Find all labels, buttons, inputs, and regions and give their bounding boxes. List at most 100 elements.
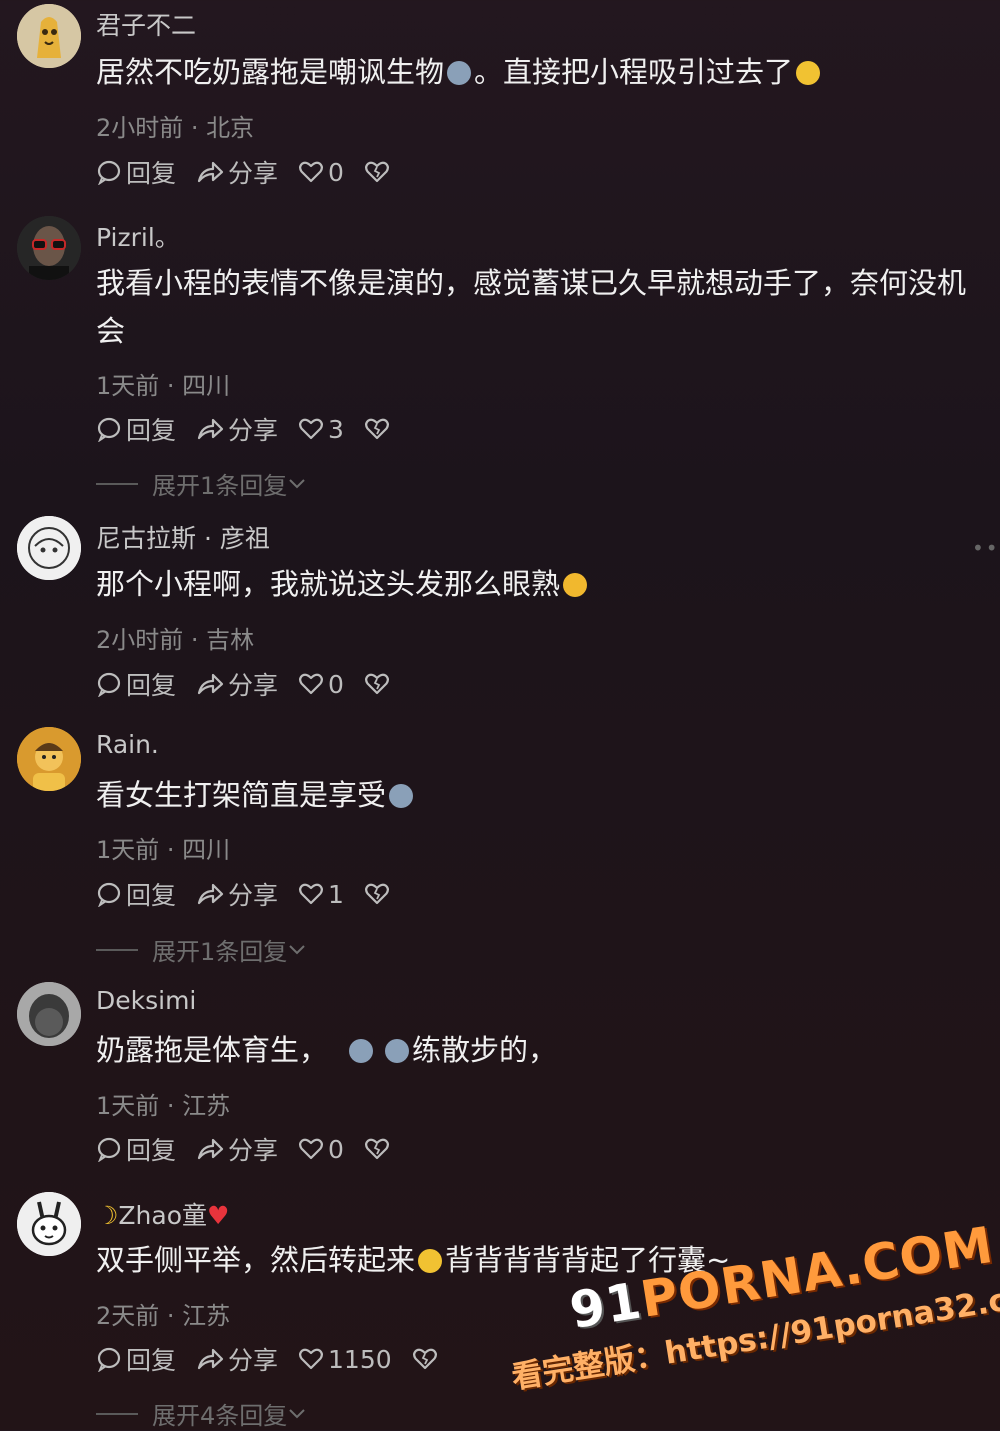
broken-heart-icon xyxy=(364,418,389,440)
avatar[interactable] xyxy=(17,982,81,1046)
like-button[interactable]: 0 xyxy=(298,158,344,187)
share-label: 分享 xyxy=(228,159,279,188)
comment-username[interactable]: Rain. xyxy=(96,730,159,759)
comment-text-part: 。直接把小程吸引过去了 xyxy=(474,55,794,89)
reply-label: 回复 xyxy=(126,159,177,188)
broken-heart-icon xyxy=(364,1138,389,1160)
avatar[interactable] xyxy=(17,516,81,580)
comment-text-part: 那个小程啊，我就说这头发那么眼熟 xyxy=(96,567,561,601)
like-count: 3 xyxy=(328,414,344,444)
share-icon xyxy=(197,1348,224,1370)
comment-text: 我看小程的表情不像是演的，感觉蓄谋已久早就想动手了，奈何没机会 xyxy=(96,266,967,348)
share-button[interactable]: 分享 xyxy=(196,154,278,190)
heart-icon xyxy=(299,673,324,695)
reply-button[interactable]: 回复 xyxy=(96,1131,176,1167)
reply-label: 回复 xyxy=(126,1346,177,1375)
comment-actions: 回复 分享 1150 xyxy=(96,1342,462,1376)
comment-username[interactable]: Deksimi xyxy=(96,986,196,1015)
more-dots-icon[interactable]: ••• xyxy=(972,536,1000,560)
comment-text: 奶露拖是体育生， 练散步的， xyxy=(96,1026,991,1074)
dislike-button[interactable] xyxy=(412,1347,442,1371)
share-icon xyxy=(197,418,224,440)
comment-meta: 2小时前 · 北京 xyxy=(96,114,255,142)
comment-actions: 回复 分享 0 xyxy=(96,1132,414,1166)
broken-heart-icon xyxy=(364,161,389,183)
like-count: 0 xyxy=(328,157,344,187)
cat-emoji-icon xyxy=(385,1039,410,1063)
comment-meta: 1天前 · 四川 xyxy=(96,836,231,864)
heart-icon xyxy=(299,161,324,183)
reply-icon xyxy=(97,417,121,442)
expand-divider xyxy=(96,482,138,485)
dislike-button[interactable] xyxy=(364,672,394,696)
reply-button[interactable]: 回复 xyxy=(96,1341,176,1377)
share-button[interactable]: 分享 xyxy=(196,1341,278,1377)
watermark-logo-num: 91 xyxy=(565,1271,646,1340)
avatar[interactable] xyxy=(17,4,81,68)
broken-heart-icon xyxy=(412,1348,437,1370)
rofl-emoji-icon xyxy=(563,573,588,597)
reply-button[interactable]: 回复 xyxy=(96,666,176,702)
share-label: 分享 xyxy=(228,1136,279,1165)
reply-label: 回复 xyxy=(126,671,177,700)
like-button[interactable]: 3 xyxy=(298,415,344,444)
heart-icon xyxy=(299,883,324,905)
share-label: 分享 xyxy=(228,416,279,445)
share-button[interactable]: 分享 xyxy=(196,876,278,912)
cat-emoji-icon xyxy=(349,1039,374,1063)
comment-text: 看女生打架简直是享受 xyxy=(96,771,991,819)
reply-button[interactable]: 回复 xyxy=(96,154,176,190)
dislike-button[interactable] xyxy=(364,160,394,184)
reply-button[interactable]: 回复 xyxy=(96,411,176,447)
expand-replies-button[interactable]: 展开1条回复 xyxy=(96,466,307,501)
chevron-down-icon xyxy=(289,1408,305,1418)
expand-replies-button[interactable]: 展开4条回复 xyxy=(96,1396,307,1431)
avatar[interactable] xyxy=(17,216,81,280)
reply-icon xyxy=(97,882,121,907)
heart-emoji-icon: ♥ xyxy=(207,1201,230,1230)
like-button[interactable]: 1150 xyxy=(298,1345,392,1374)
like-button[interactable]: 0 xyxy=(298,670,344,699)
comment-username[interactable]: Pizril。 xyxy=(96,218,180,254)
dislike-button[interactable] xyxy=(364,882,394,906)
share-label: 分享 xyxy=(228,671,279,700)
comment-text-part: 居然不吃奶露拖是嘲讽生物 xyxy=(96,55,445,89)
share-icon xyxy=(197,673,224,695)
dislike-button[interactable] xyxy=(364,1137,394,1161)
reply-label: 回复 xyxy=(126,881,177,910)
reply-icon xyxy=(97,672,121,697)
comment-text-part: 奶露拖是体育生， xyxy=(96,1033,329,1067)
comment-username[interactable]: ☽Zhao童♥ xyxy=(96,1196,229,1232)
reply-button[interactable]: 回复 xyxy=(96,876,176,912)
comment-actions: 回复 分享 3 xyxy=(96,412,414,446)
comment-username[interactable]: 尼古拉斯 · 彦祖 xyxy=(96,519,270,555)
share-icon xyxy=(197,161,224,183)
avatar[interactable] xyxy=(17,727,81,791)
share-button[interactable]: 分享 xyxy=(196,1131,278,1167)
comment-username[interactable]: 君子不二 xyxy=(96,6,196,42)
comment-actions: 回复 分享 0 xyxy=(96,667,414,701)
comment-text: 居然不吃奶露拖是嘲讽生物 。直接把小程吸引过去了 xyxy=(96,48,991,96)
like-button[interactable]: 1 xyxy=(298,880,344,909)
avatar[interactable] xyxy=(17,1192,81,1256)
heart-icon xyxy=(299,418,324,440)
broken-heart-icon xyxy=(364,883,389,905)
cat-emoji-icon xyxy=(447,61,472,85)
like-button[interactable]: 0 xyxy=(298,1135,344,1164)
comment-meta: 2天前 · 江苏 xyxy=(96,1302,231,1330)
comment-meta: 2小时前 · 吉林 xyxy=(96,626,255,654)
heart-icon xyxy=(299,1348,324,1370)
comment-meta: 1天前 · 江苏 xyxy=(96,1092,231,1120)
reply-icon xyxy=(97,1137,121,1162)
expand-divider xyxy=(96,1412,138,1415)
broken-heart-icon xyxy=(364,673,389,695)
expand-replies-button[interactable]: 展开1条回复 xyxy=(96,932,307,967)
comment-text-part: 练散步的， xyxy=(412,1033,558,1067)
like-count: 0 xyxy=(328,1134,344,1164)
share-button[interactable]: 分享 xyxy=(196,411,278,447)
reply-icon xyxy=(97,160,121,185)
like-count: 1150 xyxy=(328,1344,392,1374)
share-button[interactable]: 分享 xyxy=(196,666,278,702)
dislike-button[interactable] xyxy=(364,417,394,441)
moon-emoji-icon: ☽ xyxy=(96,1201,119,1230)
